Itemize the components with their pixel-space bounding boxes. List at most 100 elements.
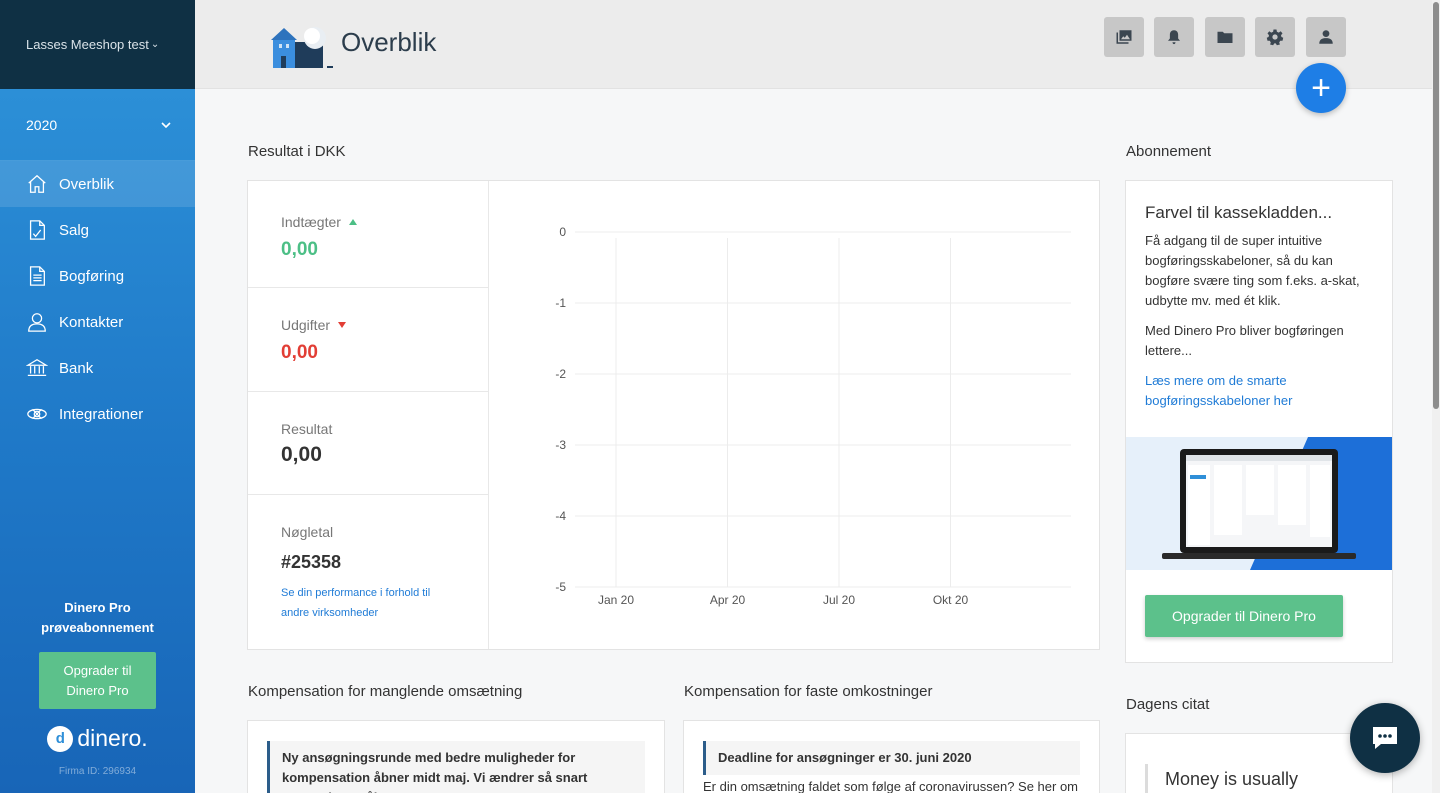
- sidebar-item-kontakter[interactable]: Kontakter: [0, 299, 195, 345]
- sidebar-item-label: Bank: [59, 359, 94, 377]
- page-scrollbar[interactable]: [1432, 0, 1440, 793]
- dinero-logo: d dinero.: [0, 725, 195, 752]
- pro-line-2: prøveabonnement: [41, 620, 154, 635]
- images-button[interactable]: [1104, 17, 1144, 57]
- chat-icon: [1373, 727, 1397, 749]
- subscription-text-2: Med Dinero Pro bliver bogføringen letter…: [1145, 323, 1344, 358]
- result-section-title: Resultat i DKK: [248, 143, 346, 160]
- sidebar-item-overblik[interactable]: Overblik: [0, 161, 195, 207]
- y-tick-label: 0: [559, 225, 566, 239]
- chat-button[interactable]: [1350, 703, 1420, 773]
- quote-text: Money is usually: [1165, 769, 1299, 789]
- dinero-logo-icon: d: [47, 725, 74, 752]
- comp-costs-text: Er din omsætning faldet som følge af cor…: [703, 779, 1079, 793]
- triangle-up-icon: [348, 219, 357, 225]
- y-tick-label: -2: [555, 367, 566, 381]
- upgrade-pro-button[interactable]: Opgrader til Dinero Pro: [1145, 595, 1343, 637]
- folder-icon: [1217, 31, 1233, 43]
- x-tick-label: Jul 20: [823, 593, 855, 607]
- integration-icon: [27, 408, 47, 420]
- x-tick-label: Okt 20: [933, 593, 969, 607]
- subscription-text-1: Få adgang til de super intuitive bogføri…: [1145, 233, 1360, 308]
- create-new-button[interactable]: +: [1296, 63, 1346, 113]
- sidebar-bottom: Dinero Pro prøveabonnement Opgrader til …: [0, 598, 195, 793]
- chevron-down-icon: ⌄: [150, 39, 160, 50]
- result-kpi: Resultat 0,00: [248, 392, 488, 495]
- comp-revenue-title: Kompensation for manglende omsætning: [248, 683, 523, 700]
- sidebar-item-label: Bogføring: [59, 267, 125, 285]
- comp-costs-card: Deadline for ansøgninger er 30. juni 202…: [683, 720, 1100, 793]
- person-icon: [28, 313, 46, 332]
- triangle-down-icon: [338, 322, 347, 328]
- pro-trial-label: Dinero Pro prøveabonnement: [0, 598, 195, 638]
- user-icon: [1319, 30, 1333, 44]
- page-title: Overblik: [341, 27, 437, 57]
- sidebar-nav: Overblik Salg Bogføring Kontakter Bank I…: [0, 161, 195, 437]
- quote-section-title: Dagens citat: [1126, 696, 1210, 713]
- sidebar-upgrade-button[interactable]: Opgrader til Dinero Pro: [39, 652, 156, 709]
- result-value: 0,00: [281, 443, 322, 466]
- expense-kpi[interactable]: Udgifter 0,00: [248, 288, 488, 392]
- comp-costs-title: Kompensation for faste omkostninger: [684, 683, 933, 700]
- sidebar-item-bank[interactable]: Bank: [0, 345, 195, 391]
- header: Overblik +: [195, 0, 1432, 113]
- income-label: Indtægter: [281, 214, 488, 230]
- sidebar-item-label: Salg: [59, 221, 90, 239]
- bank-icon: [26, 359, 48, 376]
- chevron-down-icon: [161, 121, 171, 128]
- subscription-card: Farvel til kassekladden... Få adgang til…: [1125, 180, 1393, 663]
- subscription-headline: Farvel til kassekladden...: [1145, 203, 1333, 222]
- sidebar-item-label: Integrationer: [59, 405, 144, 423]
- invoice-icon: [29, 220, 45, 240]
- pro-line-1: Dinero Pro: [64, 600, 131, 615]
- key-figures-kpi: Nøgletal #25358 Se din performance i for…: [248, 495, 488, 651]
- income-value: 0,00: [281, 239, 318, 260]
- x-tick-label: Jan 20: [598, 593, 634, 607]
- sidebar: Lasses Meeshop test ⌄ 2020 Overblik Salg…: [0, 0, 195, 793]
- scrollbar-thumb[interactable]: [1433, 2, 1439, 409]
- ledger-icon: [29, 266, 45, 286]
- images-icon: [1116, 30, 1132, 44]
- y-tick-label: -1: [555, 296, 566, 310]
- key-figures-value: #25358: [281, 552, 342, 572]
- x-tick-label: Apr 20: [710, 593, 746, 607]
- sidebar-item-integrationer[interactable]: Integrationer: [0, 391, 195, 437]
- subscription-link[interactable]: Læs mere om de smarte bogføringsskabelon…: [1145, 371, 1345, 411]
- year-label: 2020: [26, 116, 58, 133]
- upgrade-line-1: Opgrader til: [63, 662, 132, 678]
- sidebar-item-salg[interactable]: Salg: [0, 207, 195, 253]
- comp-revenue-notice[interactable]: Ny ansøgningsrunde med bedre muligheder …: [267, 741, 645, 793]
- y-tick-label: -4: [555, 509, 566, 523]
- home-icon: [28, 174, 46, 193]
- sidebar-item-label: Overblik: [59, 175, 115, 193]
- subscription-section-title: Abonnement: [1126, 143, 1212, 160]
- result-label: Resultat: [281, 421, 333, 437]
- comp-costs-notice[interactable]: Deadline for ansøgninger er 30. juni 202…: [703, 741, 1080, 775]
- expense-value: 0,00: [281, 342, 318, 363]
- performance-link[interactable]: Se din performance i forhold til andre v…: [281, 583, 461, 623]
- y-tick-label: -5: [555, 580, 566, 594]
- bell-icon: [1168, 30, 1180, 45]
- result-chart: 0 -1 -2 -3 -4 -5 Jan 20 Apr 20 Jul 20 Okt 20: [555, 225, 1071, 607]
- year-selector[interactable]: 2020: [0, 89, 195, 161]
- firm-id: Firma ID: 296934: [58, 766, 137, 777]
- company-name: Lasses Meeshop test: [26, 37, 149, 52]
- expense-label: Udgifter: [281, 317, 488, 333]
- comp-revenue-card: Ny ansøgningsrunde med bedre muligheder …: [247, 720, 665, 793]
- result-card: Indtægter 0,00 Udgifter 0,00 Resultat 0,…: [247, 180, 1100, 650]
- files-button[interactable]: [1205, 17, 1245, 57]
- income-kpi[interactable]: Indtægter 0,00: [248, 181, 488, 288]
- company-switcher[interactable]: Lasses Meeshop test ⌄: [0, 0, 195, 89]
- notifications-button[interactable]: [1154, 17, 1194, 57]
- quote-bar: [1145, 764, 1148, 793]
- house-illustration-icon: [271, 27, 333, 68]
- gear-icon: [1266, 29, 1284, 46]
- laptop-illustration: [1126, 437, 1392, 570]
- upgrade-line-2: Dinero Pro: [66, 682, 129, 698]
- y-tick-label: -3: [555, 438, 566, 452]
- sidebar-item-bogforing[interactable]: Bogføring: [0, 253, 195, 299]
- profile-button[interactable]: [1306, 17, 1346, 57]
- key-figures-label: Nøgletal: [281, 524, 334, 540]
- sidebar-item-label: Kontakter: [59, 313, 124, 331]
- settings-button[interactable]: [1255, 17, 1295, 57]
